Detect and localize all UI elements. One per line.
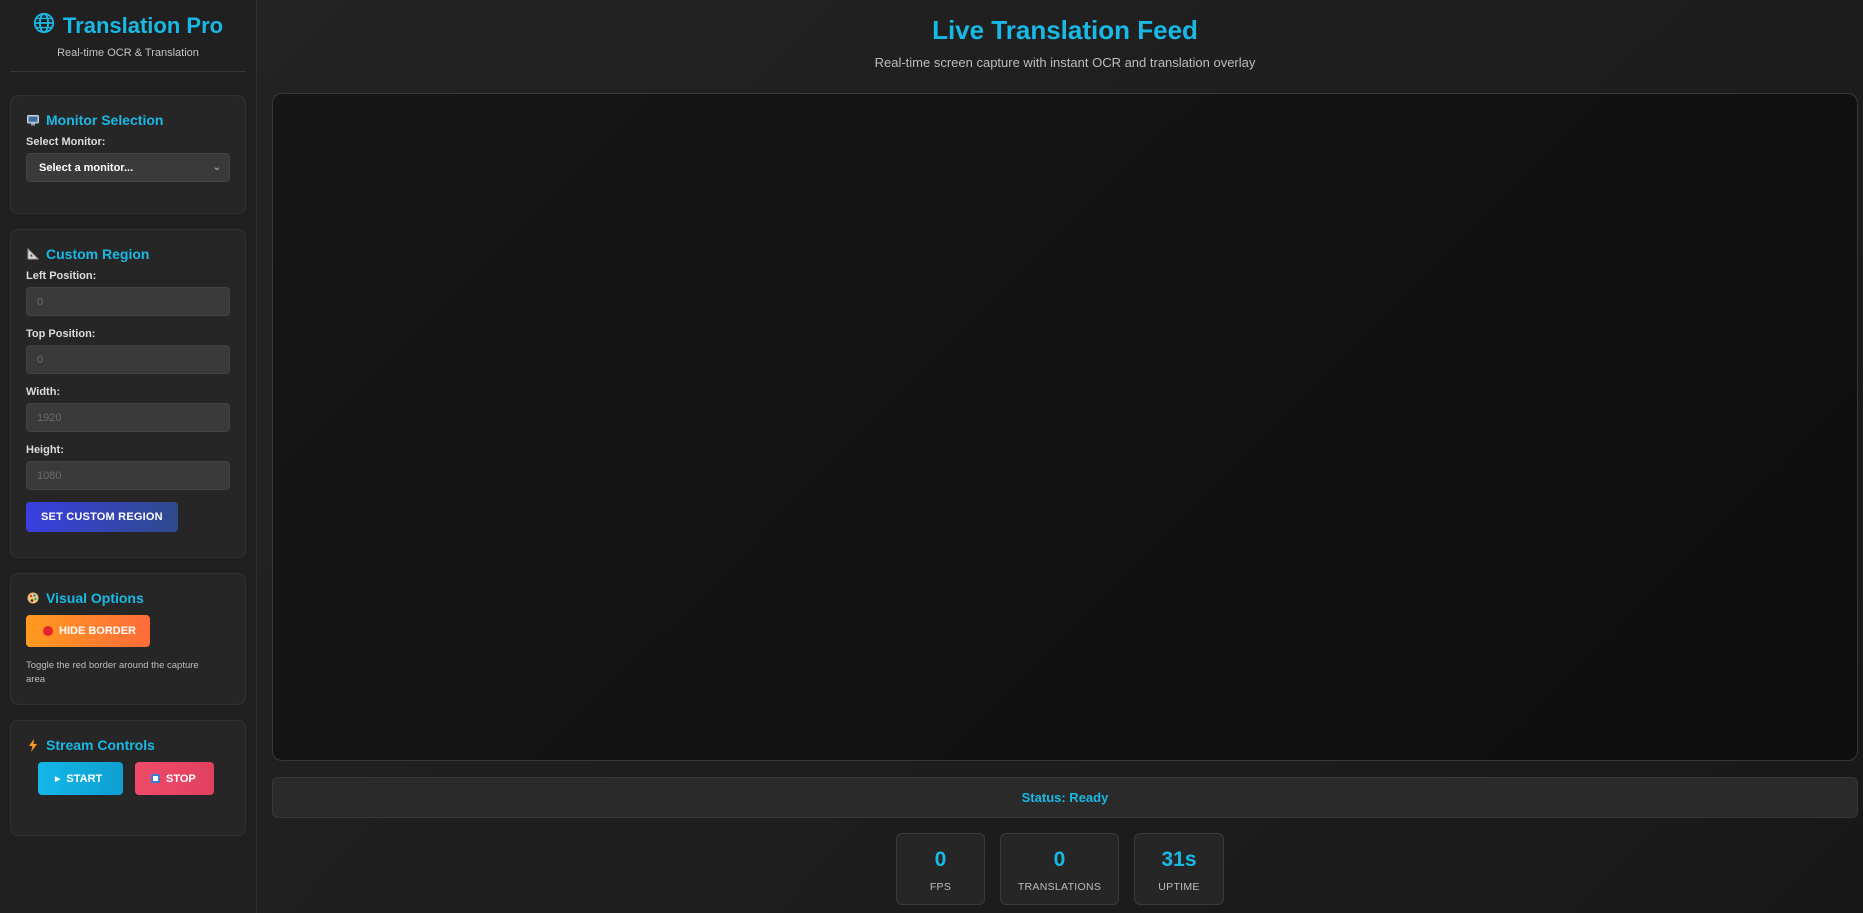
brand-title: Translation Pro [10,12,246,40]
top-position-label: Top Position: [26,328,96,340]
visual-options-card: Visual Options HIDE BORDER Toggle the re… [10,573,246,705]
start-button[interactable]: ▶ START [38,762,123,795]
stat-value: 31s [1161,848,1197,871]
stat-value: 0 [1053,848,1066,871]
start-label: START [66,772,103,785]
monitor-select[interactable]: Select a monitor... ⌄ [26,153,230,182]
monitor-select-value: Select a monitor... [39,161,134,174]
stat-label: FPS [929,881,952,893]
play-icon: ▶ [55,775,61,783]
status-text: Status: Ready [1021,790,1109,805]
divider [10,71,246,72]
sidebar: Translation Pro Real-time OCR & Translat… [0,0,257,913]
custom-region-card: Custom Region Left Position: Top Positio… [10,229,246,558]
top-position-input[interactable] [26,345,230,374]
app-subtitle: Real-time OCR & Translation [57,47,199,59]
custom-region-heading: Custom Region [46,246,150,262]
globe-icon [33,12,55,40]
stats-row: 0 FPS 0 TRANSLATIONS 31s UPTIME [257,833,1863,905]
stat-translations: 0 TRANSLATIONS [1000,833,1119,905]
stream-buttons: ▶ START STOP [26,762,230,795]
height-input[interactable] [26,461,230,490]
triangle-ruler-icon [26,248,39,261]
monitor-selection-title: Monitor Selection [26,112,230,128]
page-subtitle: Real-time screen capture with instant OC… [874,55,1256,70]
select-monitor-label: Select Monitor: [26,136,106,148]
hide-border-button[interactable]: HIDE BORDER [26,615,151,647]
height-label: Height: [26,444,64,456]
left-position-input[interactable] [26,287,230,316]
stream-controls-card: Stream Controls ▶ START STOP [10,720,246,836]
width-label: Width: [26,386,61,398]
stat-label: UPTIME [1158,881,1200,893]
app-root: Translation Pro Real-time OCR & Translat… [0,0,1863,913]
stop-button[interactable]: STOP [135,762,214,795]
left-position-label: Left Position: [26,270,97,282]
width-input[interactable] [26,403,230,432]
stop-label: STOP [166,772,196,785]
stream-controls-heading: Stream Controls [46,737,155,753]
stream-controls-title: Stream Controls [26,737,230,753]
set-custom-region-button[interactable]: SET CUSTOM REGION [26,502,178,532]
visual-options-heading: Visual Options [46,590,144,606]
live-feed-viewport[interactable] [272,93,1858,761]
stat-uptime: 31s UPTIME [1134,833,1224,905]
stat-fps: 0 FPS [896,833,985,905]
app-title: Translation Pro [62,13,224,38]
visual-options-title: Visual Options [26,590,230,606]
monitor-selection-card: Monitor Selection Select Monitor: Select… [10,95,246,214]
palette-icon [26,592,39,605]
main-panel: Live Translation Feed Real-time screen c… [257,0,1863,913]
red-circle-icon [43,626,53,636]
stat-value: 0 [934,848,947,871]
stop-icon [151,774,160,783]
page-title: Live Translation Feed [932,15,1198,45]
border-help-text: Toggle the red border around the capture… [26,660,199,685]
lightning-icon [26,738,39,752]
hide-border-label: HIDE BORDER [59,625,137,637]
brand: Translation Pro Real-time OCR & Translat… [10,0,246,59]
stat-label: TRANSLATIONS [1017,881,1102,893]
status-bar: Status: Ready [272,777,1858,818]
custom-region-title: Custom Region [26,246,230,262]
monitor-icon [26,114,39,127]
chevron-down-icon: ⌄ [212,162,221,173]
monitor-selection-heading: Monitor Selection [46,112,164,128]
